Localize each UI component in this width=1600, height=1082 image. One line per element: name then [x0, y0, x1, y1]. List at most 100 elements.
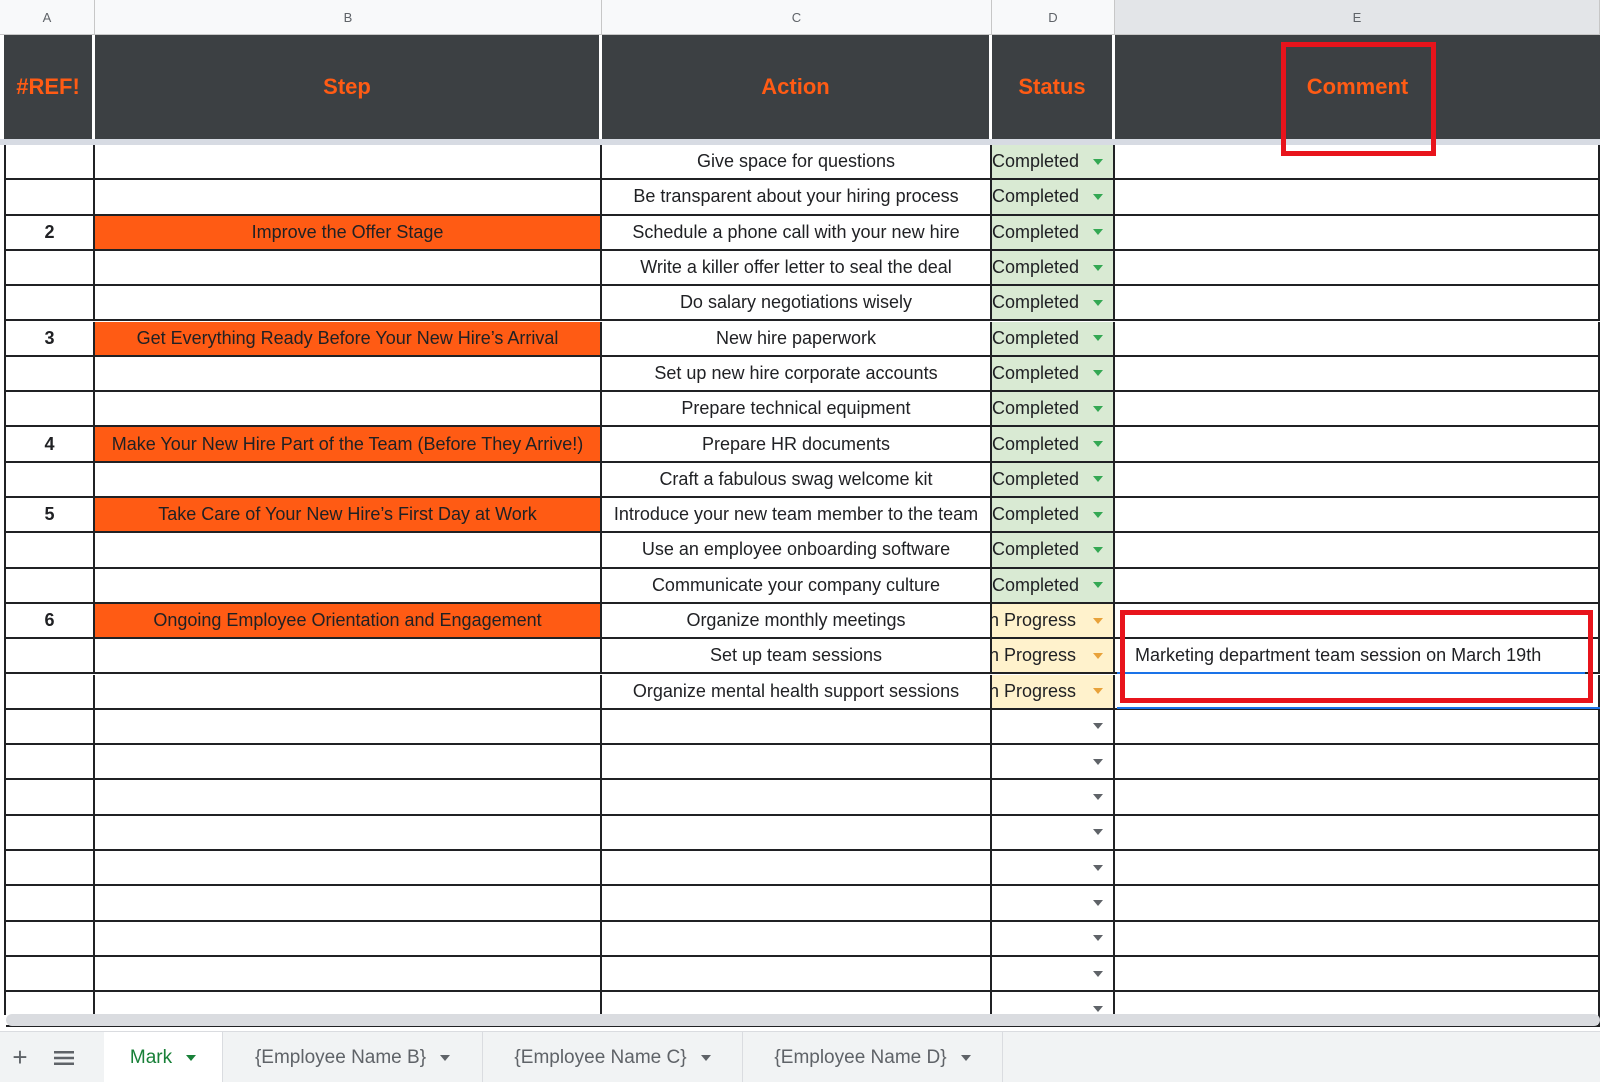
cell-step[interactable]: [95, 709, 602, 746]
cell-num[interactable]: [6, 921, 95, 957]
horizontal-scrollbar[interactable]: [6, 1014, 1600, 1026]
cell-step[interactable]: [95, 286, 602, 322]
cell-comment[interactable]: [1115, 215, 1600, 251]
header-comment-cell[interactable]: Comment: [1115, 35, 1600, 139]
chevron-down-icon[interactable]: [186, 1054, 197, 1061]
cell-comment[interactable]: [1115, 851, 1600, 887]
cell-num[interactable]: [6, 286, 95, 322]
cell-comment[interactable]: [1115, 815, 1600, 851]
status-dropdown[interactable]: Completed: [992, 427, 1115, 463]
cell-num[interactable]: [6, 956, 95, 993]
cell-num[interactable]: [6, 639, 95, 675]
cell-action[interactable]: Craft a fabulous swag welcome kit: [602, 462, 992, 498]
cell-num[interactable]: [6, 851, 95, 887]
cell-step[interactable]: [95, 851, 602, 887]
cell-num[interactable]: [6, 533, 95, 569]
cell-comment[interactable]: [1115, 709, 1600, 746]
cell-comment[interactable]: [1115, 321, 1600, 357]
cell-comment[interactable]: [1115, 886, 1600, 922]
chevron-down-icon[interactable]: [440, 1054, 451, 1061]
status-dropdown[interactable]: In Progress: [992, 639, 1115, 675]
cell-action[interactable]: Use an employee onboarding software: [602, 533, 992, 569]
cell-step[interactable]: [95, 533, 602, 569]
cell-num[interactable]: [6, 462, 95, 498]
cell-action[interactable]: Be transparent about your hiring process: [602, 180, 992, 216]
cell-step[interactable]: [95, 674, 602, 710]
cell-action[interactable]: [602, 886, 992, 922]
cell-step[interactable]: Take Care of Your New Hire’s First Day a…: [95, 498, 602, 534]
chevron-down-icon[interactable]: [1093, 476, 1103, 483]
cell-action[interactable]: [602, 780, 992, 816]
chevron-down-icon[interactable]: [1093, 511, 1103, 518]
cell-step[interactable]: Ongoing Employee Orientation and Engagem…: [95, 603, 602, 640]
status-dropdown[interactable]: Completed: [992, 180, 1115, 216]
chevron-down-icon[interactable]: [1093, 335, 1103, 342]
cell-action[interactable]: [602, 851, 992, 887]
status-dropdown[interactable]: [992, 815, 1115, 851]
status-dropdown[interactable]: [992, 886, 1115, 922]
cell-comment[interactable]: Marketing department team session on Mar…: [1115, 639, 1600, 675]
sheet-tab-employee-b[interactable]: {Employee Name B}: [223, 1032, 483, 1082]
cell-action[interactable]: [602, 709, 992, 746]
status-dropdown[interactable]: Completed: [992, 568, 1115, 604]
chevron-down-icon[interactable]: [1093, 617, 1103, 624]
cell-comment[interactable]: [1115, 921, 1600, 957]
column-header-e[interactable]: E: [1115, 0, 1600, 35]
cell-comment[interactable]: [1115, 286, 1600, 322]
cell-comment[interactable]: [1115, 533, 1600, 569]
sheet-tab-employee-c[interactable]: {Employee Name C}: [483, 1032, 743, 1082]
cell-step[interactable]: [95, 886, 602, 922]
chevron-down-icon[interactable]: [1093, 441, 1103, 448]
status-dropdown[interactable]: Completed: [992, 286, 1115, 322]
column-header-a[interactable]: A: [0, 0, 95, 35]
chevron-down-icon[interactable]: [1093, 1005, 1103, 1012]
cell-step[interactable]: [95, 180, 602, 216]
chevron-down-icon[interactable]: [1093, 794, 1103, 801]
cell-action[interactable]: Set up new hire corporate accounts: [602, 356, 992, 393]
cell-num[interactable]: [6, 745, 95, 781]
cell-step[interactable]: [95, 392, 602, 428]
cell-num[interactable]: 5: [6, 498, 95, 534]
cell-num[interactable]: 6: [6, 603, 95, 640]
cell-action[interactable]: Organize monthly meetings: [602, 603, 992, 640]
cell-step[interactable]: [95, 145, 602, 181]
status-dropdown[interactable]: Completed: [992, 462, 1115, 498]
status-dropdown[interactable]: In Progress: [992, 603, 1115, 640]
cell-step[interactable]: [95, 780, 602, 816]
status-dropdown[interactable]: Completed: [992, 356, 1115, 393]
cell-num[interactable]: 2: [6, 215, 95, 251]
chevron-down-icon[interactable]: [1093, 299, 1103, 306]
chevron-down-icon[interactable]: [1093, 688, 1103, 695]
cell-step[interactable]: [95, 921, 602, 957]
column-header-c[interactable]: C: [602, 0, 992, 35]
sheet-tab-employee-d[interactable]: {Employee Name D}: [743, 1032, 1003, 1082]
chevron-down-icon[interactable]: [1093, 405, 1103, 412]
chevron-down-icon[interactable]: [1093, 193, 1103, 200]
chevron-down-icon[interactable]: [1093, 229, 1103, 236]
chevron-down-icon[interactable]: [1093, 864, 1103, 871]
cell-comment[interactable]: [1115, 745, 1600, 781]
column-header-d[interactable]: D: [992, 0, 1115, 35]
cell-comment[interactable]: [1115, 780, 1600, 816]
cell-action[interactable]: Organize mental health support sessions: [602, 674, 992, 710]
cell-num[interactable]: [6, 356, 95, 393]
chevron-down-icon[interactable]: [700, 1054, 711, 1061]
cell-num[interactable]: [6, 780, 95, 816]
status-dropdown[interactable]: Completed: [992, 215, 1115, 251]
cell-step[interactable]: [95, 356, 602, 393]
cell-action[interactable]: Prepare HR documents: [602, 427, 992, 463]
cell-num[interactable]: [6, 815, 95, 851]
header-step-cell[interactable]: Step: [95, 35, 602, 139]
cell-action[interactable]: [602, 921, 992, 957]
header-status-cell[interactable]: Status: [992, 35, 1115, 139]
header-action-cell[interactable]: Action: [602, 35, 992, 139]
chevron-down-icon[interactable]: [1093, 970, 1103, 977]
status-dropdown[interactable]: [992, 709, 1115, 746]
cell-num[interactable]: [6, 568, 95, 604]
cell-step[interactable]: [95, 462, 602, 498]
chevron-down-icon[interactable]: [1093, 264, 1103, 271]
cell-comment[interactable]: [1115, 145, 1600, 181]
status-dropdown[interactable]: [992, 956, 1115, 993]
add-sheet-button[interactable]: +: [0, 1032, 40, 1082]
status-dropdown[interactable]: Completed: [992, 145, 1115, 181]
